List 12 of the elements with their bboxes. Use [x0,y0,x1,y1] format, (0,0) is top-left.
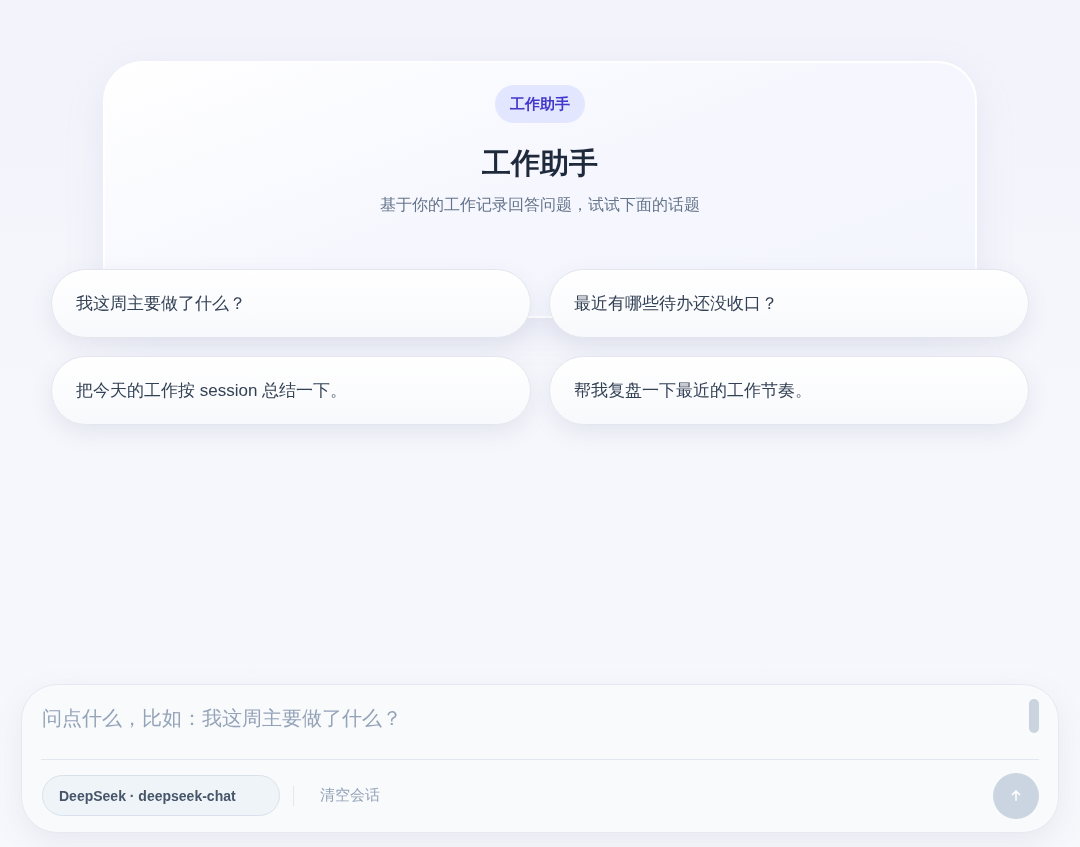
suggestion-button[interactable]: 把今天的工作按 session 总结一下。 [51,356,531,425]
suggestion-button[interactable]: 帮我复盘一下最近的工作节奏。 [549,356,1029,425]
page-title: 工作助手 [482,146,598,181]
suggestion-button[interactable]: 最近有哪些待办还没收口？ [549,269,1029,338]
model-selector[interactable]: DeepSeek · deepseek-chat [42,775,280,817]
scrollbar-thumb[interactable] [1029,699,1039,733]
assistant-badge: 工作助手 [495,85,585,123]
suggestion-button[interactable]: 我这周主要做了什么？ [51,269,531,338]
page-subtitle: 基于你的工作记录回答问题，试试下面的话题 [380,195,700,215]
message-input[interactable]: 问点什么，比如：我这周主要做了什么？ [41,697,1021,753]
arrow-up-icon [1011,790,1021,802]
chat-composer[interactable]: 问点什么，比如：我这周主要做了什么？ DeepSeek · deepseek-chat 清空会话 [21,684,1059,833]
